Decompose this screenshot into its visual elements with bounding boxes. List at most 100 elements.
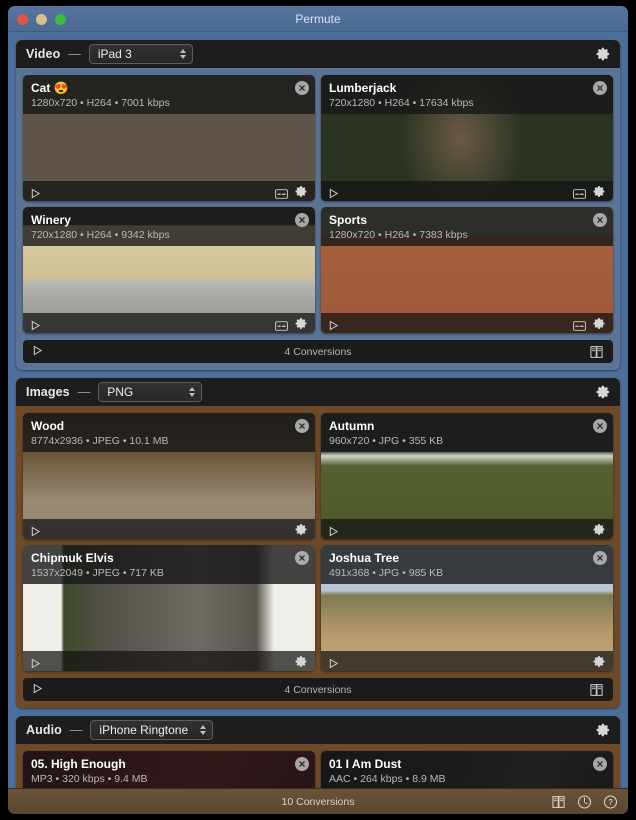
card-grid-video: Cat 😍 1280x720 • H264 • 7001 kbps Lumber… (16, 68, 620, 340)
help-icon[interactable]: ? (603, 794, 618, 809)
remove-item-button[interactable] (295, 419, 309, 433)
card-grid-images: Wood 8774x2936 • JPEG • 10.1 MB Autumn 9… (16, 406, 620, 678)
media-card[interactable]: Lumberjack 720x1280 • H264 • 17634 kbps (321, 75, 613, 201)
item-settings-gear-icon[interactable] (295, 317, 308, 330)
media-card[interactable]: Chipmuk Elvis 1537x2049 • JPEG • 717 KB (23, 545, 315, 671)
item-settings-gear-icon[interactable] (593, 317, 606, 330)
preset-dropdown-audio[interactable]: iPhone Ringtone (90, 720, 214, 740)
card-header: Winery 720x1280 • H264 • 9342 kbps (23, 207, 315, 246)
section-footer-images: 4 Conversions (23, 678, 613, 701)
card-footer (23, 651, 315, 671)
presets-icon[interactable] (589, 682, 604, 697)
section-images: Images — PNG Wood 8774x2936 • JPEG • 10.… (16, 378, 620, 708)
section-title-video: Video (26, 47, 61, 61)
item-settings-gear-icon[interactable] (295, 523, 308, 536)
preset-value-audio: iPhone Ringtone (99, 723, 189, 737)
remove-item-button[interactable] (593, 551, 607, 565)
window-title: Permute (295, 12, 341, 26)
remove-item-button[interactable] (593, 419, 607, 433)
media-card[interactable]: Winery 720x1280 • H264 • 9342 kbps (23, 207, 315, 333)
subtitles-icon[interactable] (275, 318, 288, 331)
card-footer (321, 651, 613, 671)
card-footer (321, 313, 613, 333)
play-icon[interactable] (328, 186, 339, 198)
section-conversion-count: 4 Conversions (284, 683, 352, 696)
card-metadata: 8774x2936 • JPEG • 10.1 MB (31, 435, 169, 447)
play-icon[interactable] (30, 524, 41, 536)
gear-icon[interactable] (596, 385, 611, 400)
preset-dropdown-images[interactable]: PNG (98, 382, 203, 402)
card-title: Wood (31, 419, 65, 433)
card-title: Cat 😍 (31, 81, 69, 95)
card-title: Sports (329, 213, 368, 227)
start-conversion-play-icon[interactable] (32, 681, 43, 699)
play-icon[interactable] (328, 656, 339, 668)
card-footer (23, 181, 315, 201)
presets-icon[interactable] (551, 794, 566, 809)
play-icon[interactable] (30, 186, 41, 198)
card-metadata: 960x720 • JPG • 355 KB (329, 435, 444, 447)
item-settings-gear-icon[interactable] (593, 185, 606, 198)
title-bar: Permute (8, 6, 628, 32)
traffic-lights (17, 14, 66, 25)
minimize-window-button[interactable] (36, 14, 47, 25)
remove-item-button[interactable] (593, 757, 607, 771)
card-metadata: 491x368 • JPG • 985 KB (329, 567, 444, 579)
card-header: Sports 1280x720 • H264 • 7383 kbps (321, 207, 613, 246)
close-window-button[interactable] (17, 14, 28, 25)
preset-value-images: PNG (107, 385, 134, 399)
preset-value-video: iPad 3 (97, 47, 132, 61)
clock-icon[interactable] (577, 794, 592, 809)
section-dash-audio: — (69, 723, 83, 737)
play-icon[interactable] (30, 318, 41, 330)
gear-icon[interactable] (596, 723, 611, 738)
start-conversion-play-icon[interactable] (32, 343, 43, 361)
subtitles-icon[interactable] (573, 186, 586, 199)
zoom-window-button[interactable] (55, 14, 66, 25)
item-settings-gear-icon[interactable] (295, 655, 308, 668)
card-header: Chipmuk Elvis 1537x2049 • JPEG • 717 KB (23, 545, 315, 584)
chevron-updown-icon (189, 387, 196, 397)
svg-text:?: ? (608, 798, 613, 807)
card-title: Chipmuk Elvis (31, 551, 114, 565)
media-card[interactable]: Sports 1280x720 • H264 • 7383 kbps (321, 207, 613, 333)
play-icon[interactable] (328, 524, 339, 536)
section-header-images: Images — PNG (16, 378, 620, 406)
section-header-video: Video — iPad 3 (16, 40, 620, 68)
section-title-images: Images (26, 385, 70, 399)
app-window: Permute Video — iPad 3 Cat 😍 1280x720 • … (8, 6, 628, 814)
gear-icon[interactable] (596, 47, 611, 62)
preset-dropdown-video[interactable]: iPad 3 (88, 44, 193, 64)
remove-item-button[interactable] (295, 551, 309, 565)
card-metadata: 720x1280 • H264 • 17634 kbps (329, 97, 474, 109)
media-card[interactable]: Autumn 960x720 • JPG • 355 KB (321, 413, 613, 539)
media-card[interactable]: Joshua Tree 491x368 • JPG • 985 KB (321, 545, 613, 671)
play-icon[interactable] (328, 318, 339, 330)
media-card[interactable]: Wood 8774x2936 • JPEG • 10.1 MB (23, 413, 315, 539)
card-header: Wood 8774x2936 • JPEG • 10.1 MB (23, 413, 315, 452)
card-footer (321, 519, 613, 539)
item-settings-gear-icon[interactable] (593, 523, 606, 536)
card-header: Joshua Tree 491x368 • JPG • 985 KB (321, 545, 613, 584)
remove-item-button[interactable] (593, 81, 607, 95)
item-settings-gear-icon[interactable] (593, 655, 606, 668)
total-conversion-count: 10 Conversions (281, 795, 355, 808)
remove-item-button[interactable] (295, 213, 309, 227)
card-title: Winery (31, 213, 71, 227)
presets-icon[interactable] (589, 344, 604, 359)
play-icon[interactable] (30, 656, 41, 668)
remove-item-button[interactable] (295, 757, 309, 771)
card-footer (321, 181, 613, 201)
subtitles-icon[interactable] (573, 318, 586, 331)
section-dash-video: — (68, 47, 81, 61)
remove-item-button[interactable] (593, 213, 607, 227)
subtitles-icon[interactable] (275, 186, 288, 199)
remove-item-button[interactable] (295, 81, 309, 95)
status-bar-icons: ? (551, 794, 618, 809)
section-title-audio: Audio (26, 723, 62, 737)
section-conversion-count: 4 Conversions (284, 345, 352, 358)
card-title: Autumn (329, 419, 375, 433)
media-card[interactable]: Cat 😍 1280x720 • H264 • 7001 kbps (23, 75, 315, 201)
item-settings-gear-icon[interactable] (295, 185, 308, 198)
card-footer (23, 313, 315, 333)
